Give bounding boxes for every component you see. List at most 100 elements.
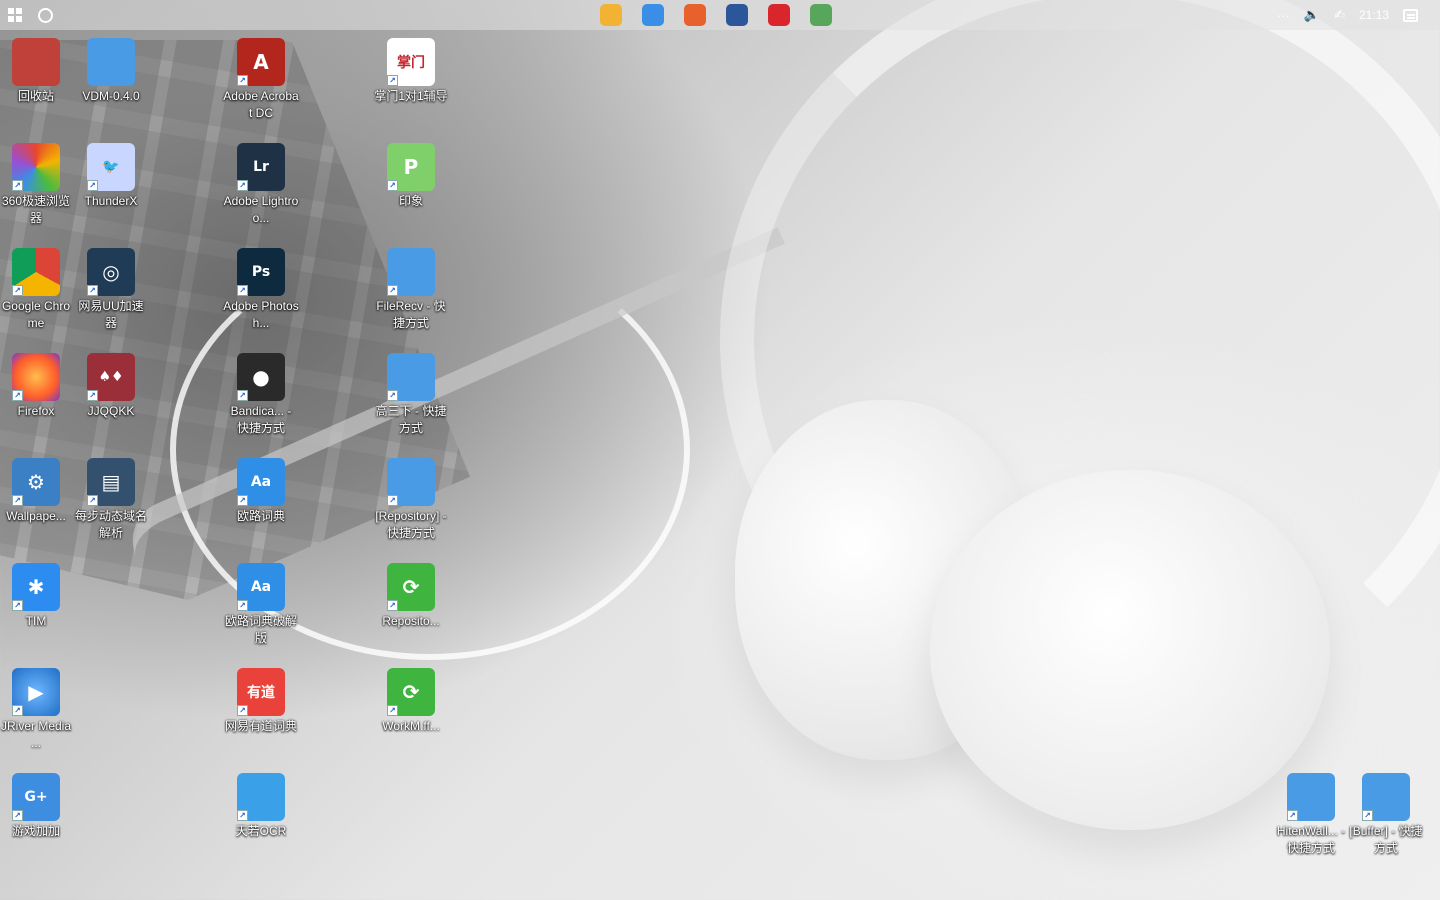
desktop-icon[interactable]: ⟳ ↗ Reposito...	[373, 563, 449, 630]
desktop-icon[interactable]: ⟳ ↗ WorkM.ff...	[373, 668, 449, 735]
360-browser-icon[interactable]	[642, 4, 664, 26]
desktop-icon[interactable]: ↗ Google Chrome	[0, 248, 74, 332]
jriver-icon: ▶ ↗	[12, 668, 60, 716]
shortcut-arrow-icon: ↗	[87, 180, 98, 191]
game-plus-icon: G+ ↗	[12, 773, 60, 821]
desktop-icon[interactable]: Aa ↗ 欧路词典破解版	[223, 563, 299, 647]
clock[interactable]: 21:13	[1359, 8, 1389, 22]
icon-glyph: G+	[24, 789, 48, 805]
desktop-icon[interactable]: 有道 ↗ 网易有道词典	[223, 668, 299, 735]
desktop-icon[interactable]: 回收站	[0, 38, 74, 105]
tianruo-ocr-icon: ↗	[237, 773, 285, 821]
360-browser-icon: ↗	[12, 143, 60, 191]
desktop-icon-label: 欧路词典	[236, 509, 285, 523]
sync-icon: ⟳ ↗	[387, 563, 435, 611]
file-explorer-icon[interactable]	[600, 4, 622, 26]
shortcut-arrow-icon: ↗	[387, 390, 398, 401]
desktop-icon[interactable]: ↗ 天若OCR	[223, 773, 299, 840]
desktop-icon[interactable]: P ↗ 印象	[373, 143, 449, 210]
desktop-icon-label: JJQQKK	[87, 404, 135, 418]
desktop-icon[interactable]: ↗ 高三下 - 快捷方式	[373, 353, 449, 437]
desktop-icon[interactable]: ● ↗ Bandica... - 快捷方式	[223, 353, 299, 437]
icon-glyph: P	[403, 155, 419, 179]
shortcut-arrow-icon: ↗	[12, 705, 23, 716]
desktop-icon[interactable]: 掌门 ↗ 掌门1对1辅导	[373, 38, 449, 105]
desktop-icon[interactable]: VDM-0.4.0	[73, 38, 149, 105]
desktop-icon[interactable]: Ps ↗ Adobe Photosh...	[223, 248, 299, 332]
start-menu-icon[interactable]	[8, 8, 22, 22]
shortcut-arrow-icon: ↗	[1287, 810, 1298, 821]
ddns-icon: ▤ ↗	[87, 458, 135, 506]
maps-app-icon[interactable]	[810, 4, 832, 26]
desktop-icon-label: Wallpape...	[6, 509, 66, 523]
desktop-icon-label: 高三下 - 快捷方式	[375, 404, 447, 435]
desktop-icon[interactable]: ▤ ↗ 每步动态域名解析	[73, 458, 149, 542]
desktop-icon[interactable]: ↗ HitenWall... - 快捷方式	[1273, 773, 1349, 857]
icon-glyph: 掌门	[397, 55, 425, 71]
tray-overflow-icon[interactable]: ···	[1277, 8, 1290, 23]
red-app-icon[interactable]	[768, 4, 790, 26]
desktop-icon[interactable]: ↗ [Buffer] - 快捷方式	[1348, 773, 1424, 857]
folder-icon: ↗	[387, 248, 435, 296]
desktop-icon[interactable]: ↗ [Repository] - 快捷方式	[373, 458, 449, 542]
shortcut-arrow-icon: ↗	[87, 495, 98, 506]
desktop-icon[interactable]: ◎ ↗ 网易UU加速器	[73, 248, 149, 332]
shortcut-arrow-icon: ↗	[1362, 810, 1373, 821]
desktop-icon[interactable]: Lr ↗ Adobe Lightroo...	[223, 143, 299, 227]
desktop-icon-label: 天若OCR	[235, 824, 287, 838]
desktop-icon[interactable]: ⚙ ↗ Wallpape...	[0, 458, 74, 525]
desktop-icon[interactable]: ↗ FileRecv - 快捷方式	[373, 248, 449, 332]
word-app-icon[interactable]	[726, 4, 748, 26]
shortcut-arrow-icon: ↗	[12, 600, 23, 611]
notification-center-icon[interactable]	[1403, 8, 1418, 22]
folder-icon: ↗	[1362, 773, 1410, 821]
desktop-icon[interactable]: G+ ↗ 游戏加加	[0, 773, 74, 840]
shortcut-arrow-icon: ↗	[12, 180, 23, 191]
shortcut-arrow-icon: ↗	[387, 495, 398, 506]
shortcut-arrow-icon: ↗	[87, 390, 98, 401]
icon-glyph: ⚙	[27, 470, 45, 494]
acrobat-icon: A ↗	[237, 38, 285, 86]
icon-glyph: Aa	[250, 579, 272, 595]
icon-glyph: ⟳	[402, 680, 420, 704]
shortcut-arrow-icon: ↗	[87, 285, 98, 296]
pen-icon[interactable]: ✍	[1334, 7, 1345, 23]
icon-glyph: A	[253, 50, 269, 74]
chrome-icon: ↗	[12, 248, 60, 296]
desktop-icon[interactable]: A ↗ Adobe Acrobat DC	[223, 38, 299, 122]
firefox-icon[interactable]	[684, 4, 706, 26]
uu-accelerator-icon: ◎ ↗	[87, 248, 135, 296]
shortcut-arrow-icon: ↗	[12, 285, 23, 296]
desktop-icon-label: Adobe Lightroo...	[223, 194, 299, 225]
desktop-icon-label: FileRecv - 快捷方式	[376, 299, 446, 330]
desktop-icon-label: Adobe Acrobat DC	[223, 89, 299, 120]
shortcut-arrow-icon: ↗	[237, 285, 248, 296]
desktop-icon[interactable]: ♠♦ ↗ JJQQKK	[73, 353, 149, 420]
desktop-icon[interactable]: ↗ Firefox	[0, 353, 74, 420]
desktop-icon-label: VDM-0.4.0	[82, 89, 140, 103]
desktop-icon-label: Google Chrome	[1, 299, 71, 330]
wallpaper-earcup-right	[930, 470, 1330, 830]
desktop-icon[interactable]: ▶ ↗ JRiver Media ...	[0, 668, 74, 752]
volume-icon[interactable]: 🔈	[1304, 7, 1320, 23]
desktop-icon[interactable]: 🐦 ↗ ThunderX	[73, 143, 149, 210]
shortcut-arrow-icon: ↗	[237, 810, 248, 821]
shortcut-arrow-icon: ↗	[237, 75, 248, 86]
folder-icon: ↗	[387, 353, 435, 401]
eudic-cracked-icon: Aa ↗	[237, 563, 285, 611]
icon-glyph: ◎	[102, 260, 120, 284]
icon-glyph: ♠♦	[98, 369, 124, 385]
yinxiang-icon: P ↗	[387, 143, 435, 191]
shortcut-arrow-icon: ↗	[12, 495, 23, 506]
lightroom-icon: Lr ↗	[237, 143, 285, 191]
desktop-icon[interactable]: Aa ↗ 欧路词典	[223, 458, 299, 525]
desktop-icon[interactable]: ✱ ↗ TIM	[0, 563, 74, 630]
desktop-icon-label: 掌门1对1辅导	[374, 89, 448, 103]
shortcut-arrow-icon: ↗	[387, 285, 398, 296]
icon-glyph: ⟳	[402, 575, 420, 599]
search-icon[interactable]	[38, 7, 53, 23]
folder-icon: ↗	[1287, 773, 1335, 821]
desktop-icon[interactable]: ↗ 360极速浏览器	[0, 143, 74, 227]
desktop-icon-label: ThunderX	[84, 194, 138, 208]
desktop-icon-label: 游戏加加	[11, 824, 60, 838]
